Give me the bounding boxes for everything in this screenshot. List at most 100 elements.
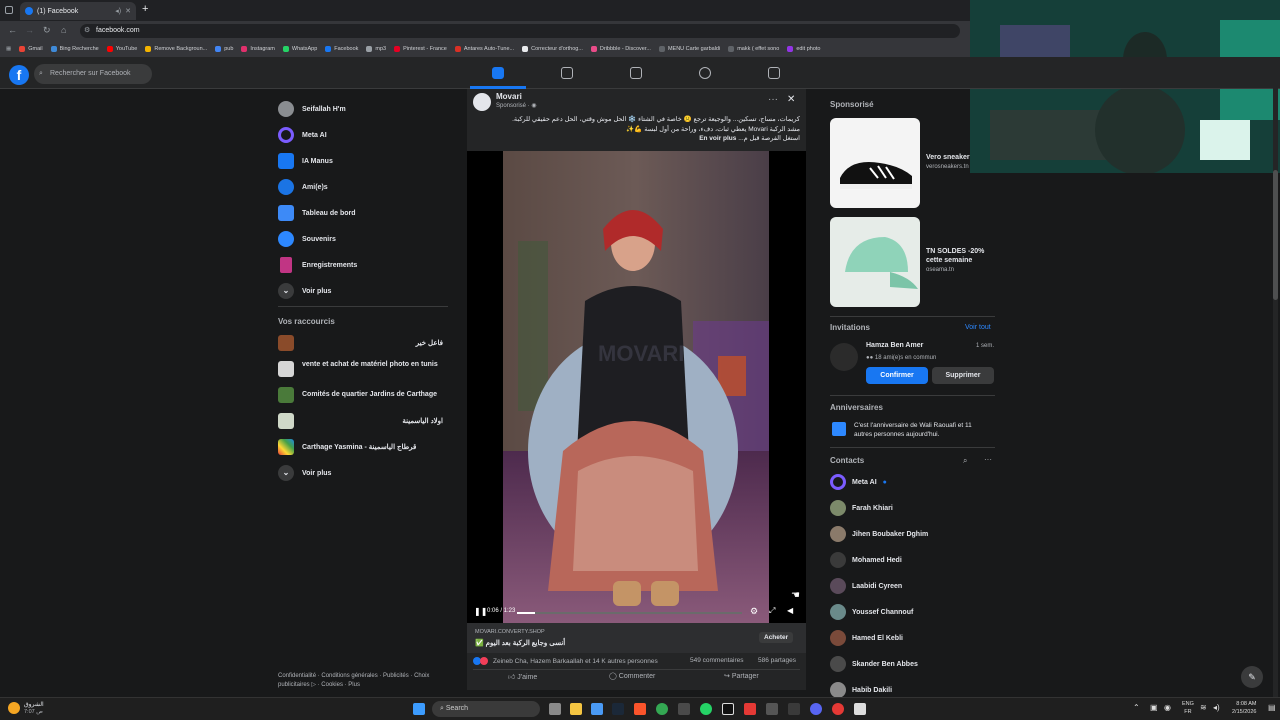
close-tab-icon[interactable]: ✕ [125,7,131,15]
home-nav-icon[interactable] [492,67,504,79]
contact-item[interactable]: Mohamed Hedi [830,552,902,568]
see-more-link[interactable]: En voir plus [699,135,736,142]
pause-icon[interactable]: ❚❚ [474,607,487,616]
post-author[interactable]: Movari [496,92,522,101]
tray-icon[interactable]: ▣ [1150,703,1158,712]
invite-name[interactable]: Hamza Ben Amer [866,342,923,349]
bookmark-menu[interactable]: MENU Carte garbaldi [658,46,720,52]
shortcut-item[interactable]: فاعل خير [278,335,443,351]
contact-item[interactable]: Hamed El Kebli [830,630,903,646]
facebook-search-input[interactable]: ⌕ Rechercher sur Facebook [34,64,152,84]
app-icon[interactable] [854,703,866,715]
speaker-icon[interactable]: ◂) [1213,703,1220,712]
bookmark-antares[interactable]: Antares Auto-Tune... [454,46,514,52]
ad-cap[interactable]: TN SOLDES -20% cette semaine oseama.tn [830,217,995,309]
tab-search-icon[interactable] [5,6,13,14]
tray-icon[interactable]: ◉ [1164,703,1171,712]
delete-button[interactable]: Supprimer [932,367,994,384]
settings-gear-icon[interactable]: ⚙ [750,606,758,617]
more-options-icon[interactable]: ··· [984,455,992,464]
file-explorer-icon[interactable] [570,703,582,715]
browser-tab-facebook[interactable]: (1) Facebook ◂) ✕ [20,2,136,20]
contact-item[interactable]: Habib Dakili [830,682,892,698]
media-icon[interactable] [744,703,756,715]
bookmark-edit-photo[interactable]: edit photo [787,46,820,52]
apps-icon[interactable]: ▦ [6,46,11,52]
bookmark-instagram[interactable]: Instagram [241,46,275,52]
confirm-button[interactable]: Confirmer [866,367,928,384]
author-avatar[interactable] [473,93,491,111]
windows-start-icon[interactable] [413,703,425,715]
shortcut-item[interactable]: vente et achat de matériel photo en tuni… [278,359,448,381]
notification-icon[interactable]: ▤ [1268,703,1276,712]
bookmark-whatsapp[interactable]: WhatsApp [282,46,317,52]
chrome-icon[interactable] [656,703,668,715]
video-nav-icon[interactable] [561,67,573,79]
ad-sneaker[interactable]: Vero sneaker verosneakers.tn [830,118,970,208]
store-icon[interactable] [591,703,603,715]
birthday-text[interactable]: C'est l'anniversaire de Wali Raouafi et … [854,421,989,439]
home-icon[interactable]: ⌂ [61,25,66,35]
search-icon[interactable]: ⌕ [963,456,967,466]
contact-item[interactable]: Youssef Channouf [830,604,913,620]
brave-icon[interactable] [634,703,646,715]
record-icon[interactable] [832,703,844,715]
url-field[interactable]: ⚙ facebook.com [80,24,960,38]
sidebar-item-meta-ai[interactable]: Meta AI [278,127,327,143]
new-message-icon[interactable]: ✎ [1241,666,1263,688]
bookmark-bing[interactable]: Bing Recherche [50,46,99,52]
weather-icon[interactable] [8,702,20,714]
contact-item[interactable]: Jihen Boubaker Dghim [830,526,928,542]
sidebar-item-friends[interactable]: Ami(e)s [278,179,328,195]
marketplace-nav-icon[interactable] [630,67,642,79]
whatsapp-icon[interactable] [700,703,712,715]
facebook-logo-icon[interactable]: f [9,65,29,85]
sidebar-see-more[interactable]: ⌄ Voir plus [278,283,331,299]
shortcut-item[interactable]: Comités de quartier Jardins de Carthage [278,387,448,403]
sidebar-item-profile[interactable]: Seifallah H'm [278,101,346,117]
share-button[interactable]: ↪ Partager [724,672,759,680]
app-icon[interactable] [788,703,800,715]
wifi-icon[interactable]: ≋ [1200,703,1207,712]
app-icon[interactable] [766,703,778,715]
clock[interactable]: 8:08 AM 2/15/2026 [1232,700,1256,716]
groups-nav-icon[interactable] [699,67,711,79]
back-icon[interactable]: ← [8,25,17,35]
shortcut-item[interactable]: Carthage Yasmina - قرطاج الياسمينة [278,439,448,455]
comment-button[interactable]: ◯ Commenter [609,672,655,680]
like-button[interactable]: 👍︎ J'aime [508,672,537,681]
bookmark-gmail[interactable]: Gmail [19,46,43,52]
language-indicator[interactable]: ENG FR [1182,700,1194,716]
bookmark-pub[interactable]: pub [215,46,233,52]
bookmark-mp3[interactable]: mp3 [366,46,386,52]
contact-item[interactable]: Meta AI ● [830,474,887,490]
bookmark-correcteur[interactable]: Correcteur d'orthog... [522,46,583,52]
fullscreen-icon[interactable]: ⤢ [769,606,775,616]
contact-item[interactable]: Farah Khiari [830,500,893,516]
task-view-icon[interactable] [549,703,561,715]
volume-icon[interactable]: ◀ [787,606,793,615]
shop-button[interactable]: Acheter [759,632,794,643]
bookmark-removebg[interactable]: Remove Backgroun... [145,46,207,52]
chevron-up-icon[interactable]: ⌃ [1133,703,1140,712]
bookmark-makk[interactable]: makk ( effet sono [728,46,779,52]
shortcut-item[interactable]: اولاد الياسمينة [278,413,443,429]
app-icon[interactable] [678,703,690,715]
shortcuts-see-more[interactable]: ⌄ Voir plus [278,465,331,481]
scrollbar-thumb[interactable] [1273,170,1278,300]
new-tab-button[interactable]: + [142,3,148,15]
avatar[interactable] [830,343,858,371]
ad-link-bar[interactable]: MOVARI.CONVERTY.SHOP ✅ أنسى وجايع الركبة… [467,623,806,653]
video-progress-track[interactable] [517,612,742,614]
bookmark-pinterest[interactable]: Pinterest - France [394,46,447,52]
page-scrollbar[interactable] [1273,60,1278,697]
see-all-link[interactable]: Voir tout [965,324,991,331]
contact-item[interactable]: Skander Ben Abbes [830,656,918,672]
capcut-icon[interactable] [722,703,734,715]
reload-icon[interactable]: ↻ [43,25,51,36]
taskbar-search[interactable]: ⌕ Search [432,701,540,717]
close-icon[interactable]: ✕ [787,94,795,105]
footer-links[interactable]: Confidentialité · Conditions générales ·… [278,672,438,690]
bookmark-dribbble[interactable]: Dribbble - Discover... [590,46,651,52]
ad-video[interactable]: MOVARI [503,151,769,623]
